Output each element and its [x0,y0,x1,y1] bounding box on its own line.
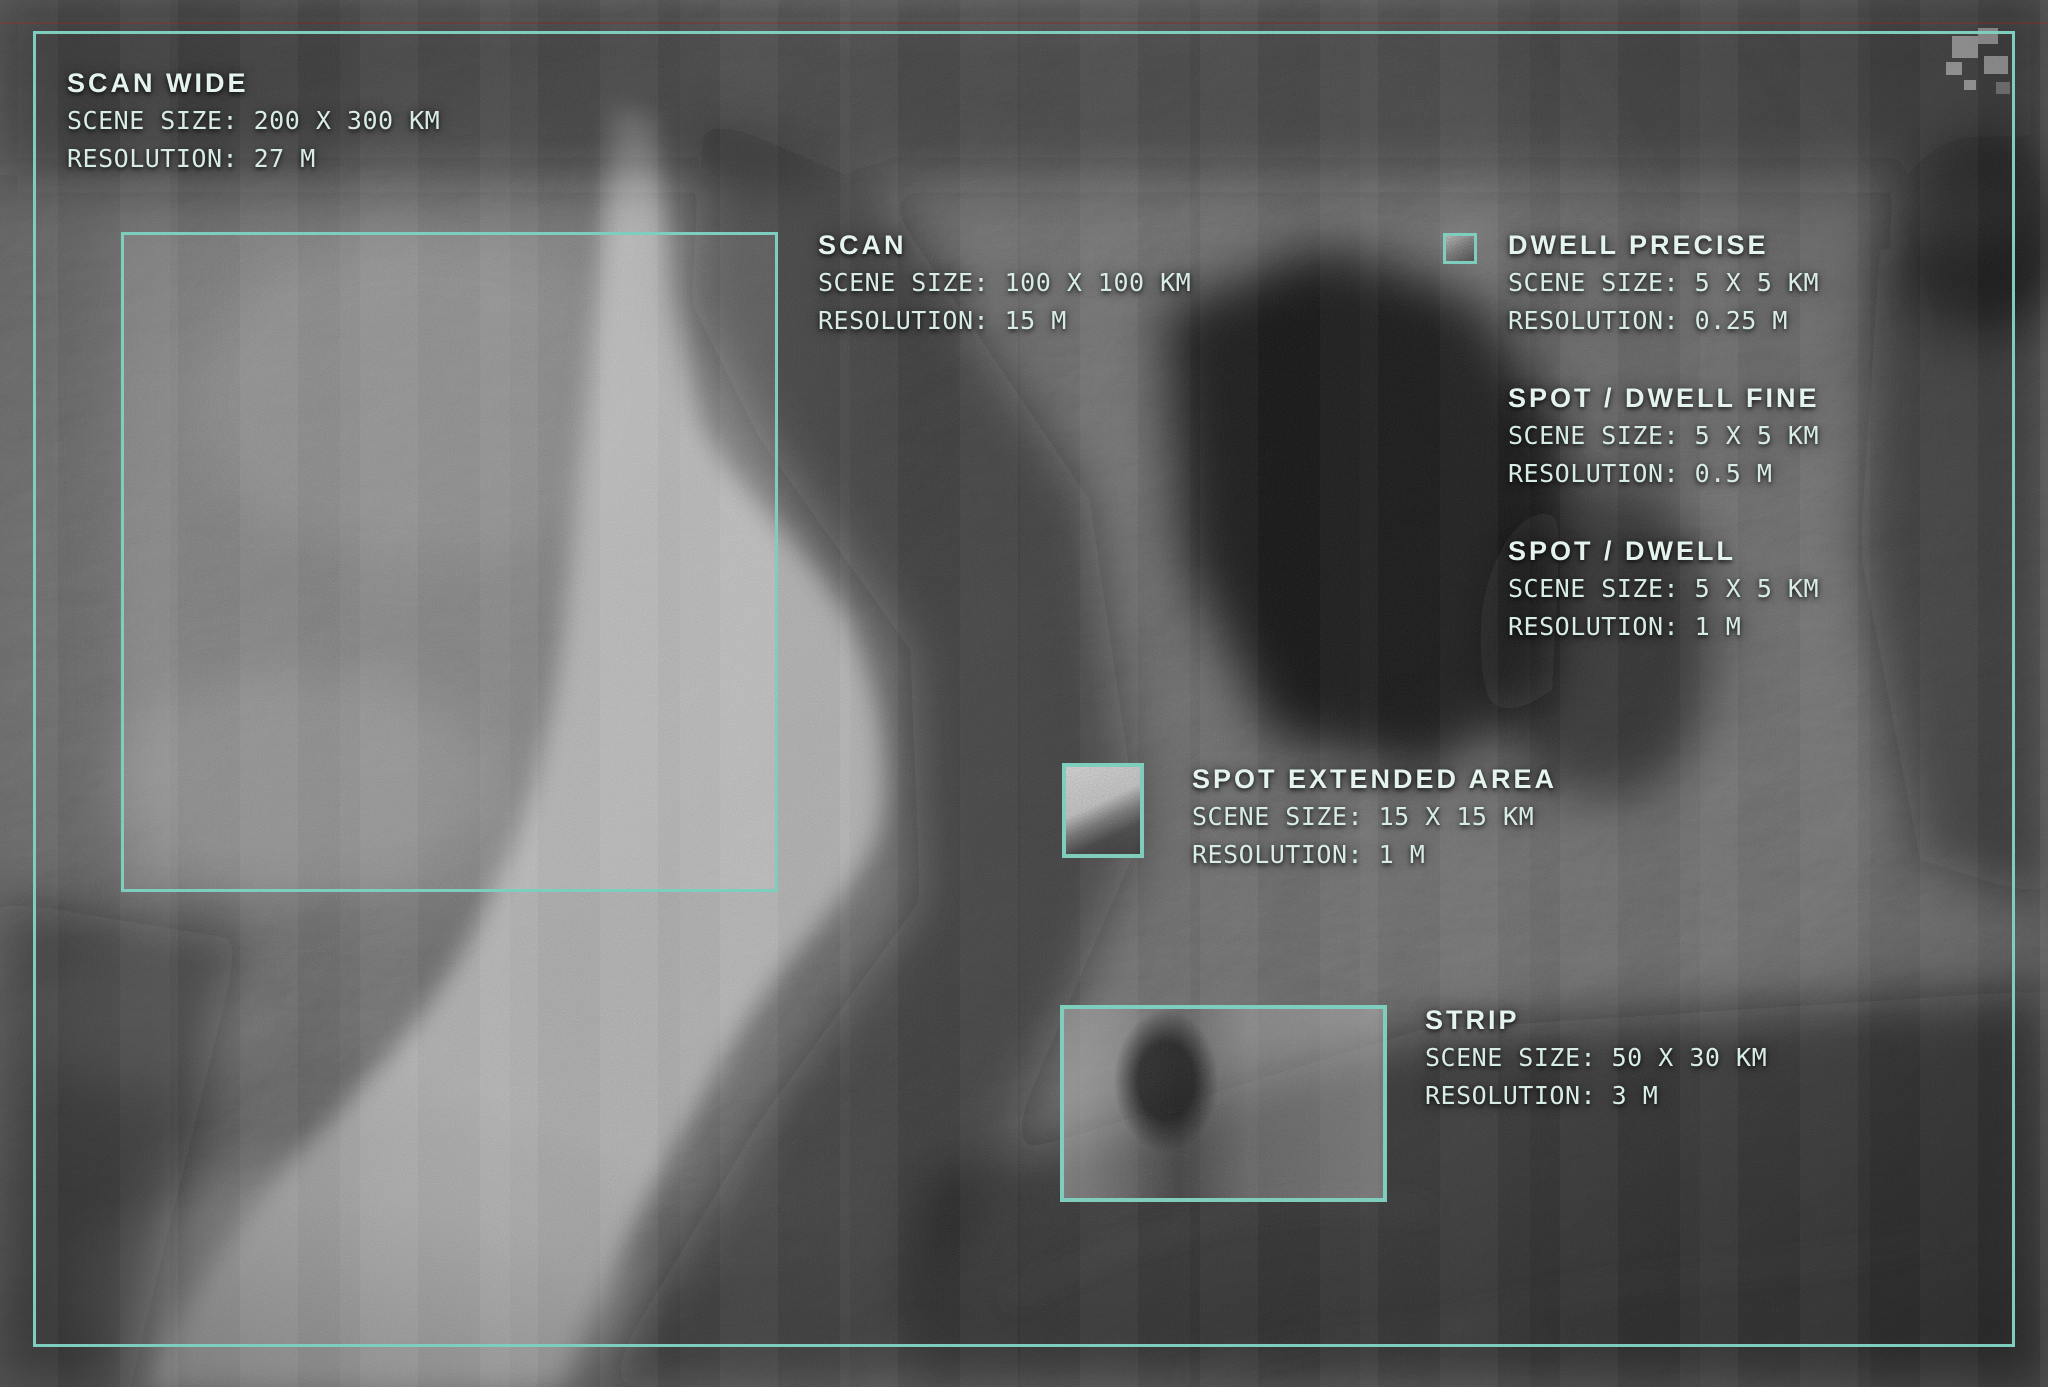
dwell-precise-title: DWELL PRECISE [1508,226,1819,264]
spot-dwell-scene-size: SCENE SIZE: 5 X 5 KM [1508,570,1819,608]
spot-dwell-resolution: RESOLUTION: 1 M [1508,608,1819,646]
scan-title: SCAN [818,226,1191,264]
spot-extended-area-resolution: RESOLUTION: 1 M [1192,836,1557,874]
scan-wide-label: SCAN WIDE SCENE SIZE: 200 X 300 KM RESOL… [67,64,440,178]
spot-dwell-fine-scene-size: SCENE SIZE: 5 X 5 KM [1508,417,1820,455]
scan-label: SCAN SCENE SIZE: 100 X 100 KM RESOLUTION… [818,226,1191,340]
scanline-artifact [0,22,2048,24]
dwell-precise-label: DWELL PRECISE SCENE SIZE: 5 X 5 KM RESOL… [1508,226,1819,340]
dwell-precise-frame-texture [1446,236,1474,261]
dwell-precise-resolution: RESOLUTION: 0.25 M [1508,302,1819,340]
scan-scene-size: SCENE SIZE: 100 X 100 KM [818,264,1191,302]
scan-wide-resolution: RESOLUTION: 27 M [67,140,440,178]
spot-dwell-fine-label: SPOT / DWELL FINE SCENE SIZE: 5 X 5 KM R… [1508,379,1820,493]
spot-extended-area-frame-texture [1066,767,1140,854]
scan-wide-scene-size: SCENE SIZE: 200 X 300 KM [67,102,440,140]
strip-frame-texture [1064,1009,1383,1198]
strip-label: STRIP SCENE SIZE: 50 X 30 KM RESOLUTION:… [1425,1001,1767,1115]
scan-wide-title: SCAN WIDE [67,64,440,102]
spot-extended-area-title: SPOT EXTENDED AREA [1192,760,1557,798]
scan-resolution: RESOLUTION: 15 M [818,302,1191,340]
spot-dwell-fine-resolution: RESOLUTION: 0.5 M [1508,455,1820,493]
strip-title: STRIP [1425,1001,1767,1039]
scan-frame [121,232,778,892]
spot-extended-area-label: SPOT EXTENDED AREA SCENE SIZE: 15 X 15 K… [1192,760,1557,874]
spot-dwell-label: SPOT / DWELL SCENE SIZE: 5 X 5 KM RESOLU… [1508,532,1819,646]
spot-dwell-fine-title: SPOT / DWELL FINE [1508,379,1820,417]
dwell-precise-frame [1443,233,1477,264]
sar-modes-infographic: SCAN WIDE SCENE SIZE: 200 X 300 KM RESOL… [0,0,2048,1387]
spot-extended-area-scene-size: SCENE SIZE: 15 X 15 KM [1192,798,1557,836]
scan-frame-texture [124,235,775,889]
dwell-precise-scene-size: SCENE SIZE: 5 X 5 KM [1508,264,1819,302]
strip-resolution: RESOLUTION: 3 M [1425,1077,1767,1115]
spot-extended-area-frame [1062,763,1144,858]
strip-frame [1060,1005,1387,1202]
spot-dwell-title: SPOT / DWELL [1508,532,1819,570]
strip-scene-size: SCENE SIZE: 50 X 30 KM [1425,1039,1767,1077]
